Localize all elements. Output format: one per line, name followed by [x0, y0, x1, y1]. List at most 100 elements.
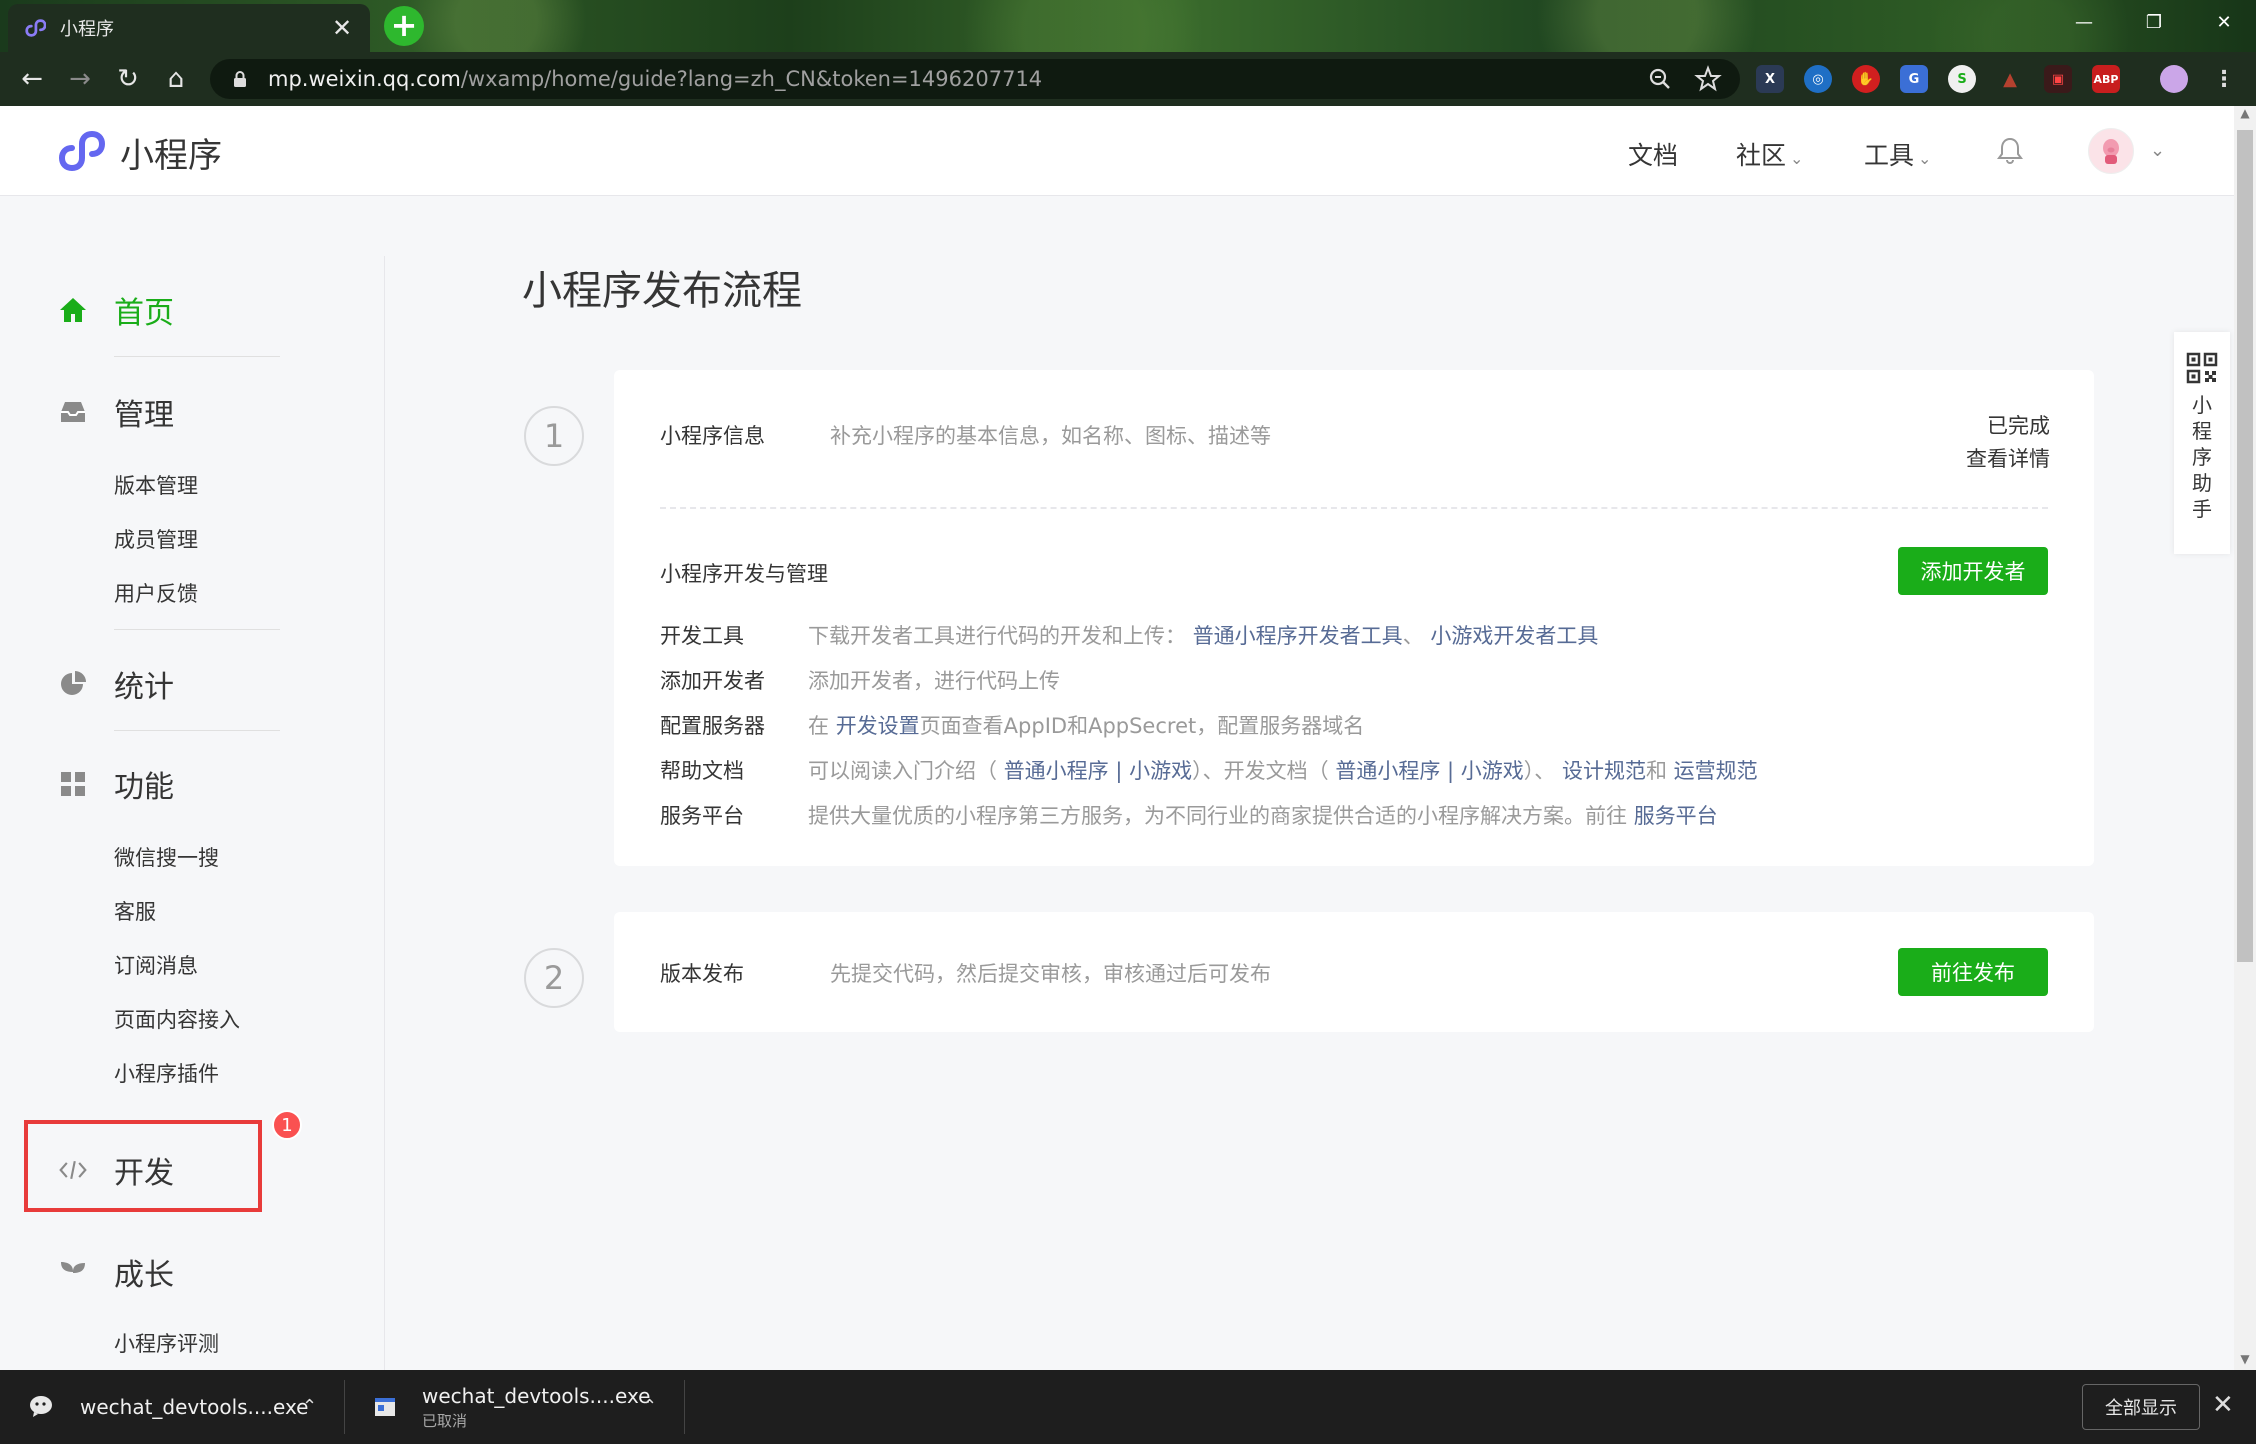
link-devtools[interactable]: 普通小程序开发者工具: [1193, 624, 1403, 648]
sprout-icon: [58, 1257, 88, 1287]
page-scrollbar[interactable]: ▲ ▼: [2234, 106, 2256, 1370]
view-detail-link[interactable]: 查看详情: [1966, 443, 2050, 473]
exe-file-icon: [370, 1392, 400, 1422]
sidebar-subitem-content-access[interactable]: 页面内容接入: [114, 1004, 240, 1034]
header-link-docs[interactable]: 文档: [1628, 136, 1678, 172]
site-header: 小程序 文档 社区 ⌄ 工具 ⌄ ⌄: [0, 106, 2234, 196]
divider: [344, 1380, 345, 1434]
sidebar-subitem-plugin[interactable]: 小程序插件: [114, 1058, 219, 1088]
scrollbar-thumb[interactable]: [2237, 130, 2253, 962]
link-docs-game[interactable]: 小游戏: [1461, 759, 1524, 783]
sidebar-item-label: 管理: [114, 398, 174, 433]
link-intro-miniprogram[interactable]: 普通小程序: [1004, 759, 1109, 783]
miniprogram-assistant[interactable]: 小 程 序 助 手: [2174, 332, 2230, 554]
home-button[interactable]: ⌂: [158, 61, 194, 97]
new-tab-button[interactable]: +: [384, 6, 424, 46]
add-developer-button[interactable]: 添加开发者: [1898, 547, 2048, 595]
scroll-up-icon[interactable]: ▲: [2234, 106, 2256, 124]
bell-icon[interactable]: [1994, 134, 2026, 166]
extension-pdf-icon[interactable]: ▣: [2044, 65, 2072, 93]
bookmark-star-icon[interactable]: [1694, 65, 1722, 93]
download-options-chevron-icon[interactable]: ⌃: [302, 1396, 317, 1417]
link-operation-guide[interactable]: 运营规范: [1674, 759, 1758, 783]
tab-close-icon[interactable]: ✕: [330, 14, 354, 42]
info-desc: 补充小程序的基本信息，如名称、图标、描述等: [830, 424, 1271, 448]
assistant-char: 序: [2192, 445, 2212, 469]
sidebar-item-stats[interactable]: 统计: [58, 662, 174, 706]
inbox-icon: [58, 397, 88, 427]
link-service-platform[interactable]: 服务平台: [1634, 804, 1718, 828]
step-number-1: 1: [524, 406, 584, 466]
header-link-tools[interactable]: 工具 ⌄: [1864, 136, 1931, 172]
sidebar-subitem-subscribe[interactable]: 订阅消息: [114, 950, 198, 980]
sidebar-item-growth[interactable]: 成长: [58, 1250, 174, 1294]
url-host: mp.weixin.qq.com: [268, 67, 461, 91]
sidebar-subitem-search[interactable]: 微信搜一搜: [114, 842, 219, 872]
restore-button[interactable]: ❐: [2124, 0, 2184, 44]
go-publish-button[interactable]: 前往发布: [1898, 948, 2048, 996]
link-game-devtools[interactable]: 小游戏开发者工具: [1430, 624, 1598, 648]
dev-section-title: 小程序开发与管理: [660, 562, 828, 586]
logo-text[interactable]: 小程序: [120, 128, 222, 177]
miniprogram-logo-icon[interactable]: [56, 126, 106, 176]
link-docs-miniprogram[interactable]: 普通小程序: [1335, 759, 1440, 783]
highlight-annotation-box: [24, 1120, 262, 1212]
user-avatar[interactable]: [2088, 128, 2134, 174]
download-filename: wechat_devtools....exe: [422, 1383, 651, 1408]
link-design-guide[interactable]: 设计规范: [1562, 759, 1646, 783]
link-intro-game[interactable]: 小游戏: [1129, 759, 1192, 783]
row-label-platform: 服务平台: [660, 804, 744, 828]
browser-tab-strip: 小程序 ✕ + — ❐ ✕: [0, 0, 2256, 52]
close-download-bar-icon[interactable]: ✕: [2212, 1390, 2234, 1420]
link-dev-settings[interactable]: 开发设置: [836, 714, 920, 738]
step-number-2: 2: [524, 948, 584, 1008]
back-button[interactable]: ←: [14, 61, 50, 97]
zoom-icon[interactable]: [1646, 65, 1674, 93]
extension-hand-icon[interactable]: ✋: [1852, 65, 1880, 93]
publish-label: 版本发布: [660, 962, 744, 986]
sidebar-subitem-customer-service[interactable]: 客服: [114, 896, 156, 926]
chevron-down-icon: ⌄: [1790, 149, 1804, 168]
sidebar-item-home[interactable]: 首页: [58, 288, 174, 332]
sidebar-subitem-members[interactable]: 成员管理: [114, 524, 198, 554]
sidebar-item-manage[interactable]: 管理: [58, 390, 174, 434]
extension-translate-icon[interactable]: G: [1900, 65, 1928, 93]
row-desc-help: 可以阅读入门介绍（ 普通小程序 | 小游戏）、开发文档（ 普通小程序 | 小游戏…: [808, 759, 1758, 783]
download-options-chevron-icon[interactable]: ⌃: [642, 1396, 657, 1417]
sidebar-subitem-evaluation[interactable]: 小程序评测: [114, 1328, 219, 1358]
chevron-down-icon: ⌄: [1918, 149, 1932, 168]
header-link-community[interactable]: 社区 ⌄: [1736, 136, 1803, 172]
extension-adblock-icon[interactable]: ABP: [2092, 65, 2120, 93]
browser-menu-icon[interactable]: ⋮: [2210, 65, 2238, 93]
profile-avatar-icon[interactable]: [2160, 65, 2188, 93]
assistant-char: 助: [2192, 471, 2212, 495]
browser-toolbar: ← → ↻ ⌂ mp.weixin.qq.com/wxamp/home/guid…: [0, 52, 2256, 106]
download-item-1[interactable]: wechat_devtools....exe: [28, 1370, 308, 1444]
sidebar-subitem-feedback[interactable]: 用户反馈: [114, 578, 198, 608]
row-desc-add-dev: 添加开发者，进行代码上传: [808, 669, 1060, 693]
reload-button[interactable]: ↻: [110, 61, 146, 97]
wechat-file-icon: [28, 1392, 58, 1422]
account-chevron-icon[interactable]: ⌄: [2150, 140, 2165, 161]
close-window-button[interactable]: ✕: [2194, 0, 2254, 44]
sidebar-item-features[interactable]: 功能: [58, 762, 174, 806]
row-desc-platform: 提供大量优质的小程序第三方服务，为不同行业的商家提供合适的小程序解决方案。前往 …: [808, 804, 1718, 828]
address-bar[interactable]: mp.weixin.qq.com/wxamp/home/guide?lang=z…: [210, 59, 1740, 99]
url-path: /wxamp/home/guide?lang=zh_CN&token=14962…: [460, 67, 1043, 91]
show-all-downloads-button[interactable]: 全部显示: [2082, 1384, 2200, 1430]
extension-s-icon[interactable]: S: [1948, 65, 1976, 93]
extension-circle-icon[interactable]: ◎: [1804, 65, 1832, 93]
home-icon: [58, 295, 88, 325]
browser-tab[interactable]: 小程序 ✕: [8, 4, 370, 52]
scroll-down-icon[interactable]: ▼: [2234, 1352, 2256, 1370]
download-item-2[interactable]: wechat_devtools....exe 已取消: [370, 1370, 650, 1444]
sidebar-subitem-version[interactable]: 版本管理: [114, 470, 198, 500]
sidebar-divider: [384, 256, 385, 1376]
grid-icon: [58, 769, 88, 799]
minimize-button[interactable]: —: [2054, 0, 2114, 44]
divider: [114, 356, 280, 357]
extension-x-icon[interactable]: X: [1756, 65, 1784, 93]
forward-button[interactable]: →: [62, 61, 98, 97]
download-bar: wechat_devtools....exe ⌃ wechat_devtools…: [0, 1370, 2256, 1444]
extension-triangle-icon[interactable]: ▲: [1996, 65, 2024, 93]
